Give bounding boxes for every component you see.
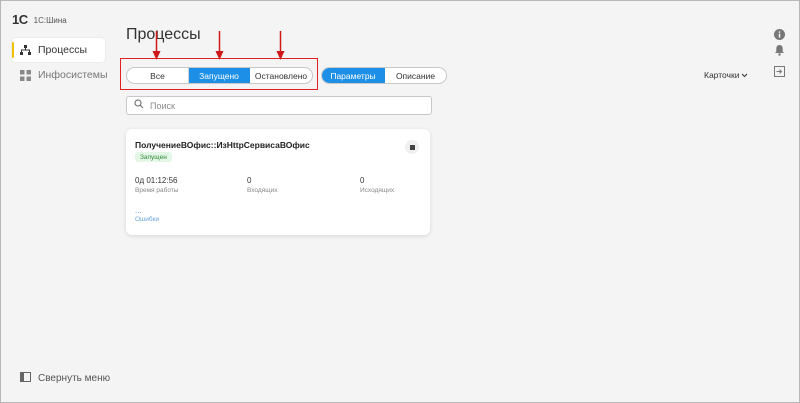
uptime-stat: 0д 01:12:56 Время работы bbox=[135, 176, 178, 194]
view-mode-select[interactable]: Карточки bbox=[704, 70, 748, 80]
info-icon[interactable] bbox=[773, 28, 785, 40]
filter-stopped[interactable]: Остановлено bbox=[250, 68, 312, 83]
incoming-label: Входящих bbox=[247, 187, 278, 194]
collapse-menu-label: Свернуть меню bbox=[38, 373, 111, 384]
annotation-arrow-icon bbox=[276, 31, 285, 60]
process-title: ПолучениеВОфис::ИзHttpСервисаВОфис bbox=[135, 140, 310, 150]
status-badge: Запущен bbox=[135, 152, 172, 162]
app-name: 1С:Шина bbox=[33, 16, 67, 25]
sidebar-item-infosystems[interactable]: Инфосистемы bbox=[12, 63, 108, 87]
tab-parameters[interactable]: Параметры bbox=[322, 68, 385, 83]
bell-icon[interactable] bbox=[773, 44, 785, 56]
collapse-menu-button[interactable]: Свернуть меню bbox=[20, 372, 110, 385]
filter-all[interactable]: Все bbox=[127, 68, 189, 83]
stop-icon bbox=[409, 144, 415, 150]
incoming-stat: 0 Входящих bbox=[247, 176, 277, 194]
annotation-arrow-icon bbox=[215, 31, 224, 60]
sidebar-item-label: Инфосистемы bbox=[38, 69, 108, 81]
grid-icon bbox=[20, 69, 31, 81]
status-filter: Все Запущено Остановлено bbox=[126, 67, 313, 84]
errors-value: ... bbox=[135, 206, 142, 215]
search-icon bbox=[134, 99, 144, 112]
app-logo: 1С 1С:Шина bbox=[12, 12, 67, 27]
annotation-arrow-icon bbox=[152, 31, 161, 60]
search-input[interactable] bbox=[150, 100, 420, 111]
process-card[interactable]: ПолучениеВОфис::ИзHttpСервисаВОфис Запущ… bbox=[126, 129, 430, 235]
search-box bbox=[126, 96, 432, 115]
page-title: Процессы bbox=[126, 26, 201, 43]
incoming-value: 0 bbox=[247, 176, 252, 185]
outgoing-label: Исходящих bbox=[360, 187, 395, 194]
errors-stat[interactable]: ... Ошибки bbox=[135, 206, 160, 224]
uptime-value: 0д 01:12:56 bbox=[135, 176, 178, 185]
stop-button[interactable] bbox=[405, 140, 419, 154]
mode-tabs: Параметры Описание bbox=[321, 67, 447, 84]
sidebar-item-processes[interactable]: Процессы bbox=[12, 38, 105, 62]
tab-description[interactable]: Описание bbox=[385, 68, 446, 83]
sidebar-item-label: Процессы bbox=[38, 44, 88, 56]
hierarchy-icon bbox=[20, 44, 31, 56]
outgoing-value: 0 bbox=[360, 176, 365, 185]
chevron-down-icon bbox=[741, 70, 748, 80]
logout-icon[interactable] bbox=[773, 65, 785, 77]
view-mode-label: Карточки bbox=[704, 70, 740, 80]
filter-running[interactable]: Запущено bbox=[189, 68, 250, 83]
outgoing-stat: 0 Исходящих bbox=[360, 176, 394, 194]
sidebar-toggle-icon bbox=[20, 372, 31, 385]
errors-label: Ошибки bbox=[135, 216, 160, 223]
logo-mark: 1С bbox=[12, 12, 28, 27]
uptime-label: Время работы bbox=[135, 187, 179, 194]
